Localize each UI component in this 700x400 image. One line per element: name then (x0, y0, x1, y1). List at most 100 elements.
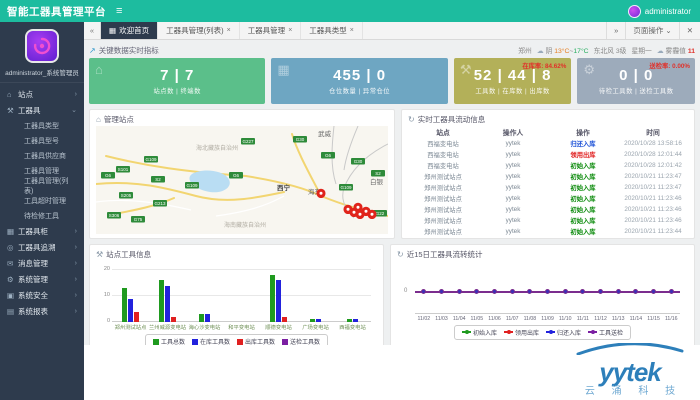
sidebar-subitem-工器具管理(列表)[interactable]: 工器具管理(列表) (0, 178, 84, 193)
sidebar-subitem-工器具类型[interactable]: 工器具类型 (0, 118, 84, 133)
road-badge-label: G6 (325, 153, 332, 158)
bar-group (260, 264, 297, 322)
sidebar-item-系统安全[interactable]: ▣系统安全› (0, 287, 84, 303)
bar-在库工具数[interactable] (165, 286, 170, 322)
chevron-icon: › (75, 228, 77, 235)
footer: yytek 云 涌 科 技 (84, 345, 700, 400)
line-data-point (439, 289, 444, 294)
bar-出库工具数[interactable] (171, 317, 176, 322)
line-x-label: 11/12 (592, 316, 610, 322)
bar-x-label: 兰州威源变电站 (149, 323, 186, 331)
line-chart-legend[interactable]: 初始入库领用出库归还入库工具送检 (454, 325, 631, 340)
trace-icon: ◎ (7, 243, 18, 252)
stat-label: 待检工具数 | 送检工具数 (599, 86, 674, 95)
tab-工器具管理(列表)[interactable]: 工器具管理(列表)× (158, 22, 240, 39)
tab-close-icon[interactable]: × (350, 27, 354, 34)
bar-group (297, 264, 334, 322)
bar-工具总数[interactable] (310, 319, 315, 322)
bar-panel-title: 站点工具信息 (106, 249, 151, 260)
bar-工具总数[interactable] (270, 275, 275, 322)
bar-在库工具数[interactable] (276, 280, 281, 322)
flow-action: 初始入库 (548, 171, 618, 182)
y-tick-label: 20 (99, 266, 110, 272)
tab-label: 工器具类型 (309, 25, 347, 36)
weather-wind: 东北风 3级 (594, 45, 627, 55)
road-badge-label: G22 (376, 211, 385, 216)
sidebar-item-工器具柜[interactable]: ▦工器具柜› (0, 223, 84, 239)
user-menu[interactable]: administrator (628, 5, 700, 18)
tab-close-icon[interactable]: × (288, 27, 292, 34)
bar-工具总数[interactable] (199, 314, 204, 322)
line-chart[interactable]: 0 (415, 267, 680, 313)
bar-chart[interactable]: 01020 (112, 264, 371, 322)
chevron-icon: › (75, 260, 77, 267)
flow-site: 郑州测试站点 (408, 171, 478, 182)
tabs-container: ▦欢迎首页工器具管理(列表)×工器具管理×工器具类型× (101, 22, 363, 39)
bar-在库工具数[interactable] (128, 299, 133, 322)
bar-在库工具数[interactable] (316, 319, 321, 322)
line-data-point (580, 289, 585, 294)
bank-icon: ⌂ (95, 62, 103, 77)
map-canvas[interactable]: 海北藏族自治州海南藏族自治州 西宁海东白银武威 G227G30G6G30S2G1… (96, 126, 388, 239)
road-badge-label: G109 (145, 157, 157, 162)
flow-col-header: 站点 (408, 126, 478, 138)
legend-item-归还入库[interactable]: 归还入库 (546, 328, 581, 337)
sidebar-item-消息管理[interactable]: ✉消息管理› (0, 255, 84, 271)
tab-工器具管理[interactable]: 工器具管理× (240, 22, 302, 39)
hamburger-icon[interactable]: ≡ (116, 5, 122, 17)
bar-工具总数[interactable] (347, 319, 352, 322)
tabbar-right-controls: » 页面操作 ⌄ ✕ (606, 22, 700, 39)
map-pin-icon[interactable] (368, 210, 377, 219)
flow-time: 2020/10/28 12:01:44 (618, 149, 688, 160)
sidebar-item-label: 工器具追溯 (18, 242, 56, 253)
collapse-tabs-icon[interactable]: « (84, 22, 101, 39)
flow-operator: yytek (478, 193, 548, 204)
line-data-point (616, 289, 621, 294)
map-pin-icon[interactable] (317, 189, 326, 198)
line-data-point (527, 289, 532, 294)
sidebar-subitem-工器具供应商[interactable]: 工器具供应商 (0, 148, 84, 163)
sidebar-item-系统管理[interactable]: ⚙系统管理› (0, 271, 84, 287)
bar-在库工具数[interactable] (353, 319, 358, 322)
bar-x-label: 顺德变电站 (260, 323, 297, 331)
sidebar-profile: administrator_系统管理员 (0, 22, 84, 83)
flow-action: 初始入库 (548, 160, 618, 171)
legend-item-初始入库[interactable]: 初始入库 (462, 328, 497, 337)
legend-item-领用出库[interactable]: 领用出库 (504, 328, 539, 337)
tab-close-icon[interactable]: × (227, 27, 231, 34)
bar-工具总数[interactable] (159, 280, 164, 322)
sidebar-item-站点[interactable]: ⌂站点› (0, 86, 84, 102)
map-city-label: 白银 (370, 177, 384, 186)
line-x-label: 11/15 (645, 316, 663, 322)
table-row: 郑州测试站点yytek初始入库2020/10/21 11:23:46 (408, 193, 688, 204)
sidebar-item-系统报表[interactable]: ▤系统报表› (0, 303, 84, 319)
tab-欢迎首页[interactable]: ▦欢迎首页 (101, 22, 158, 39)
line-chart-panel: ↻ 近15日工器具流转统计 0 11/0211/0311/0411/0511/0… (390, 244, 695, 347)
bar-出库工具数[interactable] (134, 312, 139, 322)
sidebar-item-工器具[interactable]: ⚒工器具⌄ (0, 102, 84, 118)
map-pin-icon[interactable] (354, 203, 363, 212)
legend-line-swatch (546, 331, 555, 333)
more-tabs-icon[interactable]: » (606, 22, 625, 39)
haze-icon: ☁ (657, 48, 664, 55)
map-region-label: 海南藏族自治州 (224, 221, 266, 229)
flow-col-header: 操作 (548, 126, 618, 138)
flow-time: 2020/10/21 11:23:46 (618, 204, 688, 215)
cloud-icon: ☁ (537, 48, 544, 55)
line-data-point (669, 289, 674, 294)
bar-x-label: 和平变电站 (223, 323, 260, 331)
legend-item-工具送检[interactable]: 工具送检 (588, 328, 623, 337)
flow-operator: yytek (478, 149, 548, 160)
flow-action: 初始入库 (548, 193, 618, 204)
tab-工器具类型[interactable]: 工器具类型× (301, 22, 363, 39)
close-all-tabs-icon[interactable]: ✕ (679, 22, 700, 39)
sidebar-item-工器具追溯[interactable]: ◎工器具追溯› (0, 239, 84, 255)
map-panel-title: 管理站点 (104, 114, 134, 125)
bar-出库工具数[interactable] (282, 317, 287, 322)
page-operations-dropdown[interactable]: 页面操作 ⌄ (625, 22, 678, 39)
bar-工具总数[interactable] (122, 288, 127, 322)
stat-value: 455 | 0 (333, 67, 386, 84)
sidebar-subitem-待检修工具[interactable]: 待检修工具 (0, 208, 84, 223)
sidebar-subitem-工器具型号[interactable]: 工器具型号 (0, 133, 84, 148)
bar-在库工具数[interactable] (205, 314, 210, 322)
